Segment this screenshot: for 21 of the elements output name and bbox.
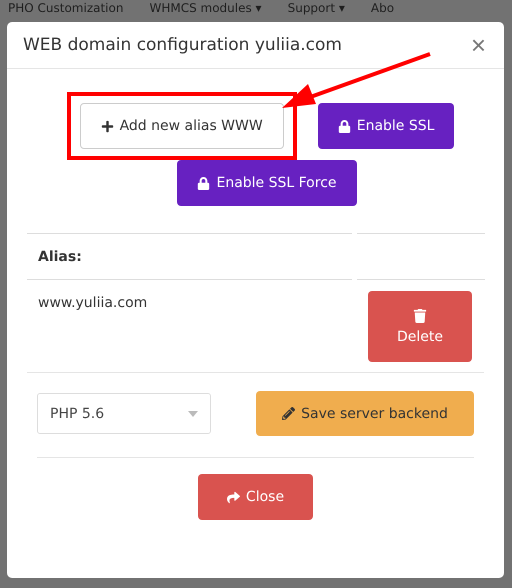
- alias-cell: www.yuliia.com: [38, 295, 148, 311]
- enable-ssl-button[interactable]: Enable SSL Force: [177, 160, 357, 206]
- nav-item[interactable]: WHMCS modules ▾: [149, 1, 262, 15]
- delete-button[interactable]: Delete: [368, 291, 472, 362]
- column-header: Alias:: [38, 248, 82, 264]
- lock-icon: [338, 120, 351, 132]
- trash-icon: [413, 308, 427, 322]
- caret-icon: [188, 410, 198, 416]
- plus-icon: [100, 120, 114, 132]
- enable-ssl-button[interactable]: Enable SSL: [318, 103, 454, 149]
- nav-item[interactable]: Support ▾: [288, 1, 345, 15]
- dialog-title: WEB domain configuration yuliia.com: [23, 35, 342, 55]
- add-alias-button[interactable]: Add new alias WWW: [80, 103, 284, 149]
- php-select[interactable]: PHP 5.6: [37, 393, 211, 434]
- share-icon: [226, 490, 240, 504]
- lock-icon: [197, 176, 210, 190]
- nav-item[interactable]: Abo: [370, 1, 394, 15]
- close-button[interactable]: Close: [198, 474, 313, 520]
- save-button[interactable]: Save server backend: [256, 391, 474, 436]
- pencil-icon: [282, 407, 296, 420]
- nav-item[interactable]: PHO Customization: [8, 1, 124, 15]
